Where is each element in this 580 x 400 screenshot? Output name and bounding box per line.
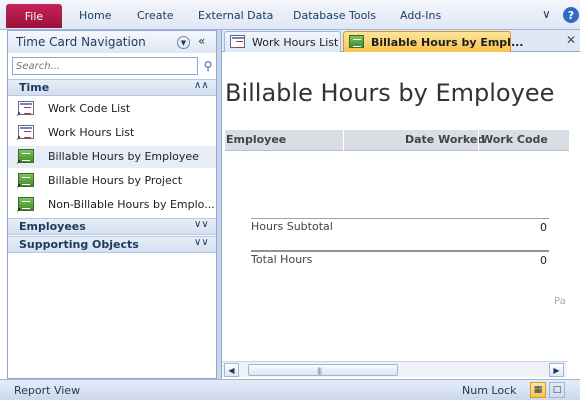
status-bar: Report View Num Lock ▦ □	[0, 379, 580, 400]
document-tab-bar: Work Hours List Billable Hours by Empl..…	[222, 30, 580, 52]
search-icon[interactable]: ⚲	[200, 57, 216, 75]
shortcut-arrow-icon: ↗	[16, 207, 22, 214]
hours-subtotal-value: 0	[540, 221, 547, 234]
doc-tab-billable-hours-by-employee[interactable]: Billable Hours by Empl...	[343, 31, 523, 52]
hours-subtotal-label: Hours Subtotal	[251, 220, 333, 233]
form-icon	[230, 35, 245, 48]
chevron-down-icon[interactable]: ∨∨	[194, 219, 209, 230]
ribbon-tab-bar: File Home Create External Data Database …	[0, 0, 580, 30]
doc-tab-work-hours-list[interactable]: Work Hours List	[224, 31, 341, 52]
report-icon	[349, 35, 364, 48]
nav-item-billable-hours-by-project[interactable]: ↗ Billable Hours by Project	[8, 170, 216, 192]
report-title: Billable Hours by Employee	[225, 79, 555, 107]
subtotal-divider	[251, 218, 549, 219]
column-divider	[343, 130, 344, 151]
group-header-time[interactable]: Time ∧∧	[8, 79, 216, 96]
group-header-supporting-objects[interactable]: Supporting Objects ∨∨	[8, 236, 216, 253]
help-icon[interactable]: ?	[563, 7, 579, 23]
nav-item-label: Work Code List	[48, 102, 131, 115]
chevron-down-icon[interactable]: ▼	[177, 36, 190, 49]
total-hours-value: 0	[540, 254, 547, 267]
status-view-label: Report View	[14, 384, 81, 397]
scroll-left-icon[interactable]: ◀	[224, 363, 239, 377]
chevron-up-icon[interactable]: ∧∧	[194, 80, 209, 91]
tab-database-tools[interactable]: Database Tools	[293, 9, 376, 22]
navigation-pane: Time Card Navigation ▼ « ⚲ Time ∧∧ ↗ Wor…	[7, 30, 217, 379]
close-icon[interactable]: ✕	[566, 33, 576, 47]
total-divider	[251, 250, 549, 252]
report-column-header: Employee Date Worked Work Code	[225, 130, 569, 151]
group-label: Employees	[19, 220, 86, 233]
nav-item-billable-hours-by-employee[interactable]: ↗ Billable Hours by Employee	[8, 146, 216, 168]
total-hours-label: Total Hours	[251, 253, 313, 266]
shortcut-arrow-icon: ↗	[16, 111, 22, 118]
column-header-employee: Employee	[226, 133, 287, 146]
nav-item-work-hours-list[interactable]: ↗ Work Hours List	[8, 122, 216, 144]
doc-tab-label: Billable Hours by Empl...	[371, 36, 524, 49]
group-label: Supporting Objects	[19, 238, 139, 251]
minimize-ribbon-chevron-icon[interactable]: ∨	[542, 7, 551, 21]
report-view-icon[interactable]: ▦	[530, 382, 546, 398]
nav-item-label: Billable Hours by Employee	[48, 150, 199, 163]
grip-icon: |||	[317, 367, 322, 375]
nav-item-non-billable-hours-by-employee[interactable]: ↗ Non-Billable Hours by Emplo...	[8, 194, 216, 216]
tab-home[interactable]: Home	[79, 9, 111, 22]
nav-item-label: Billable Hours by Project	[48, 174, 183, 187]
layout-view-icon[interactable]: □	[549, 382, 565, 398]
num-lock-indicator: Num Lock	[462, 384, 517, 397]
scrollbar-thumb[interactable]: |||	[248, 364, 398, 376]
column-divider	[478, 130, 479, 151]
document-area: Work Hours List Billable Hours by Empl..…	[221, 30, 580, 379]
column-header-date-worked: Date Worked	[405, 133, 486, 146]
chevron-down-icon[interactable]: ∨∨	[194, 237, 209, 248]
shortcut-arrow-icon: ↗	[16, 135, 22, 142]
group-header-employees[interactable]: Employees ∨∨	[8, 218, 216, 235]
nav-search-input[interactable]	[12, 57, 198, 75]
nav-item-label: Work Hours List	[48, 126, 135, 139]
column-header-work-code: Work Code	[481, 133, 548, 146]
nav-item-work-code-list[interactable]: ↗ Work Code List	[8, 98, 216, 120]
tab-create[interactable]: Create	[137, 9, 174, 22]
nav-pane-header: Time Card Navigation ▼ «	[8, 31, 216, 53]
collapse-pane-icon[interactable]: «	[198, 34, 205, 48]
group-label: Time	[19, 81, 50, 94]
file-tab[interactable]: File	[6, 4, 62, 28]
scroll-right-icon[interactable]: ▶	[549, 363, 564, 377]
tab-external-data[interactable]: External Data	[198, 9, 273, 22]
nav-item-label: Non-Billable Hours by Emplo...	[48, 198, 215, 211]
nav-pane-title[interactable]: Time Card Navigation	[16, 35, 146, 49]
page-number-label: Pa	[554, 296, 566, 307]
horizontal-scrollbar[interactable]: ◀ ||| ▶	[222, 361, 567, 377]
shortcut-arrow-icon: ↗	[16, 159, 22, 166]
tab-add-ins[interactable]: Add-Ins	[400, 9, 441, 22]
doc-tab-label: Work Hours List	[252, 36, 339, 49]
shortcut-arrow-icon: ↗	[16, 183, 22, 190]
